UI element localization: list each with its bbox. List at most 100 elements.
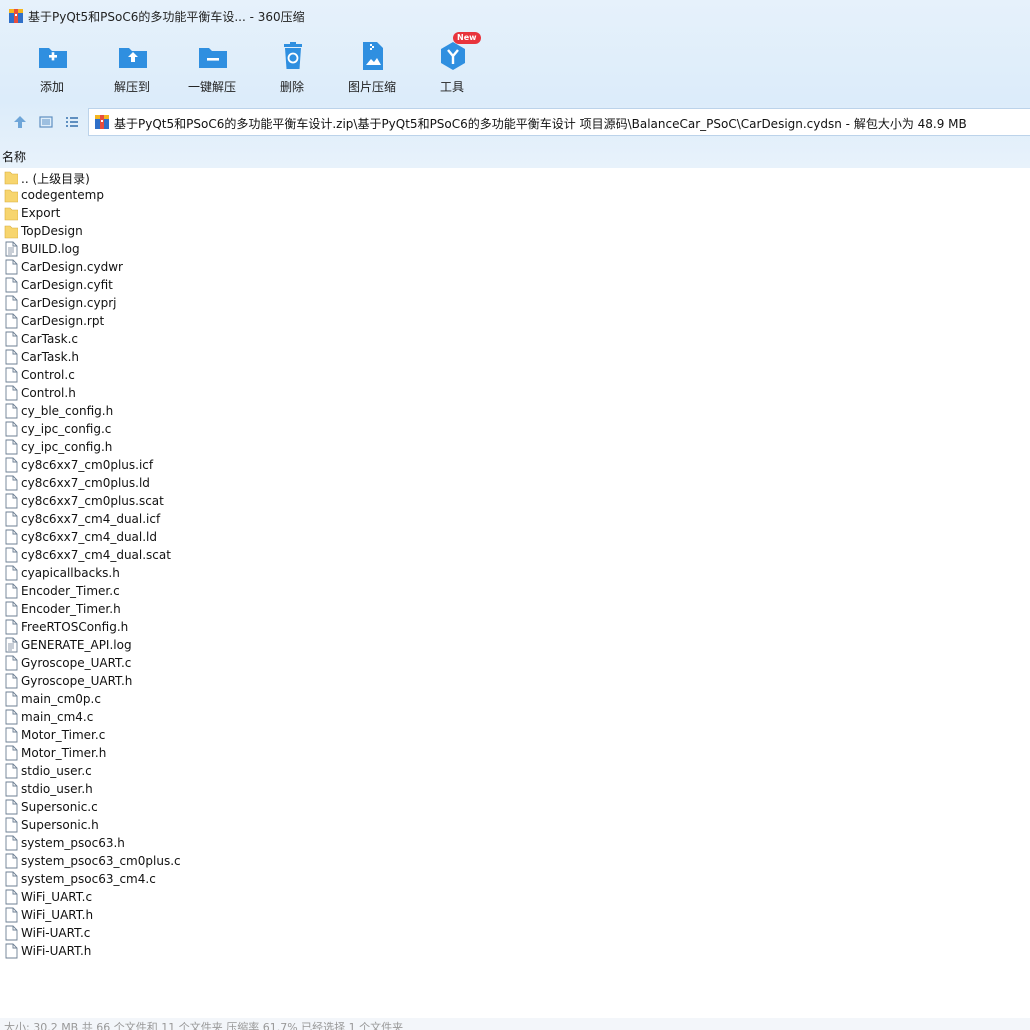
file-row[interactable]: Supersonic.h [0, 816, 1020, 834]
file-name: CarDesign.rpt [21, 314, 105, 328]
file-icon [5, 709, 18, 725]
file-row[interactable]: cy8c6xx7_cm0plus.icf [0, 456, 1020, 474]
folder-row[interactable]: Export [0, 204, 1020, 222]
new-badge: New [453, 32, 481, 44]
address-row: 基于PyQt5和PSoC6的多功能平衡车设计.zip\基于PyQt5和PSoC6… [0, 106, 1030, 138]
app-logo-icon [9, 9, 23, 23]
file-name: Gyroscope_UART.c [21, 656, 132, 670]
file-icon [5, 835, 18, 851]
file-name: Encoder_Timer.c [21, 584, 120, 598]
file-icon [5, 655, 18, 671]
file-row[interactable]: Control.h [0, 384, 1020, 402]
file-name: Supersonic.c [21, 800, 98, 814]
folder-icon [4, 171, 18, 185]
file-row[interactable]: cy8c6xx7_cm4_dual.ld [0, 528, 1020, 546]
file-row[interactable]: Supersonic.c [0, 798, 1020, 816]
file-icon [5, 763, 18, 779]
file-name: FreeRTOSConfig.h [21, 620, 129, 634]
file-row[interactable]: stdio_user.c [0, 762, 1020, 780]
file-row[interactable]: cy8c6xx7_cm0plus.ld [0, 474, 1020, 492]
file-icon [5, 565, 18, 581]
file-row[interactable]: CarDesign.cyfit [0, 276, 1020, 294]
file-row[interactable]: GENERATE_API.log [0, 636, 1020, 654]
text-file-icon [5, 637, 18, 653]
file-row[interactable]: system_psoc63_cm4.c [0, 870, 1020, 888]
column-name-label: 名称 [2, 150, 27, 164]
file-row[interactable]: Gyroscope_UART.h [0, 672, 1020, 690]
file-name: cyapicallbacks.h [21, 566, 120, 580]
file-row[interactable]: Motor_Timer.h [0, 744, 1020, 762]
file-row[interactable]: system_psoc63.h [0, 834, 1020, 852]
thumbnail-view-icon[interactable] [38, 114, 54, 130]
file-row[interactable]: cy8c6xx7_cm4_dual.icf [0, 510, 1020, 528]
file-icon [5, 457, 18, 473]
file-row[interactable]: BUILD.log [0, 240, 1020, 258]
file-row[interactable]: WiFi-UART.h [0, 942, 1020, 960]
file-name: main_cm0p.c [21, 692, 101, 706]
file-row[interactable]: cy8c6xx7_cm4_dual.scat [0, 546, 1020, 564]
file-name: cy8c6xx7_cm0plus.ld [21, 476, 150, 490]
file-row[interactable]: CarDesign.cyprj [0, 294, 1020, 312]
tools-button[interactable]: 工具 [412, 36, 492, 100]
file-icon [5, 547, 18, 563]
recycle-delete-icon [284, 42, 302, 69]
add-button[interactable]: 添加 [12, 36, 92, 100]
extract-to-label: 解压到 [113, 80, 150, 94]
file-icon [5, 439, 18, 455]
file-row[interactable]: WiFi_UART.c [0, 888, 1020, 906]
file-row[interactable]: main_cm0p.c [0, 690, 1020, 708]
file-name: cy_ble_config.h [21, 404, 114, 418]
up-arrow-icon[interactable] [12, 114, 28, 130]
file-name: CarTask.c [21, 332, 78, 346]
file-name: Export [21, 206, 61, 220]
file-row[interactable]: cy_ble_config.h [0, 402, 1020, 420]
one-click-extract-icon [199, 48, 227, 68]
file-name: .. (上级目录) [21, 172, 90, 186]
folder-row[interactable]: TopDesign [0, 222, 1020, 240]
file-icon [5, 529, 18, 545]
file-row[interactable]: CarDesign.cydwr [0, 258, 1020, 276]
address-bar[interactable]: 基于PyQt5和PSoC6的多功能平衡车设计.zip\基于PyQt5和PSoC6… [88, 108, 1030, 136]
file-name: Motor_Timer.c [21, 728, 106, 742]
file-row[interactable]: cy_ipc_config.h [0, 438, 1020, 456]
file-row[interactable]: Encoder_Timer.h [0, 600, 1020, 618]
file-row[interactable]: Control.c [0, 366, 1020, 384]
file-row[interactable]: Motor_Timer.c [0, 726, 1020, 744]
extract-to-icon [119, 48, 147, 68]
column-header-name[interactable]: 名称 [0, 146, 1030, 164]
add-folder-icon [39, 48, 67, 68]
toolbar: 添加 解压到 一键解压 删除 图片压缩 工具 [0, 36, 520, 100]
file-name: cy8c6xx7_cm4_dual.icf [21, 512, 161, 526]
file-row[interactable]: CarDesign.rpt [0, 312, 1020, 330]
file-row[interactable]: stdio_user.h [0, 780, 1020, 798]
address-path: 基于PyQt5和PSoC6的多功能平衡车设计.zip\基于PyQt5和PSoC6… [114, 117, 967, 131]
file-icon [5, 403, 18, 419]
file-row[interactable]: WiFi-UART.c [0, 924, 1020, 942]
delete-button[interactable]: 删除 [252, 36, 332, 100]
file-row[interactable]: Gyroscope_UART.c [0, 654, 1020, 672]
extract-to-button[interactable]: 解压到 [92, 36, 172, 100]
list-view-icon[interactable] [64, 114, 80, 130]
image-compress-button[interactable]: 图片压缩 [332, 36, 412, 100]
file-icon [5, 781, 18, 797]
file-row[interactable]: Encoder_Timer.c [0, 582, 1020, 600]
file-name: main_cm4.c [21, 710, 94, 724]
file-row[interactable]: cyapicallbacks.h [0, 564, 1020, 582]
file-name: WiFi-UART.c [21, 926, 91, 940]
file-row[interactable]: cy_ipc_config.c [0, 420, 1020, 438]
folder-row[interactable]: .. (上级目录) [0, 168, 1020, 186]
file-row[interactable]: FreeRTOSConfig.h [0, 618, 1020, 636]
file-row[interactable]: CarTask.h [0, 348, 1020, 366]
file-icon [5, 817, 18, 833]
file-icon [5, 385, 18, 401]
one-click-extract-button[interactable]: 一键解压 [172, 36, 252, 100]
file-row[interactable]: cy8c6xx7_cm0plus.scat [0, 492, 1020, 510]
file-row[interactable]: CarTask.c [0, 330, 1020, 348]
file-row[interactable]: main_cm4.c [0, 708, 1020, 726]
file-row[interactable]: system_psoc63_cm0plus.c [0, 852, 1020, 870]
folder-row[interactable]: codegentemp [0, 186, 1020, 204]
file-icon [5, 295, 18, 311]
delete-label: 删除 [279, 80, 304, 94]
file-row[interactable]: WiFi_UART.h [0, 906, 1020, 924]
file-icon [5, 619, 18, 635]
